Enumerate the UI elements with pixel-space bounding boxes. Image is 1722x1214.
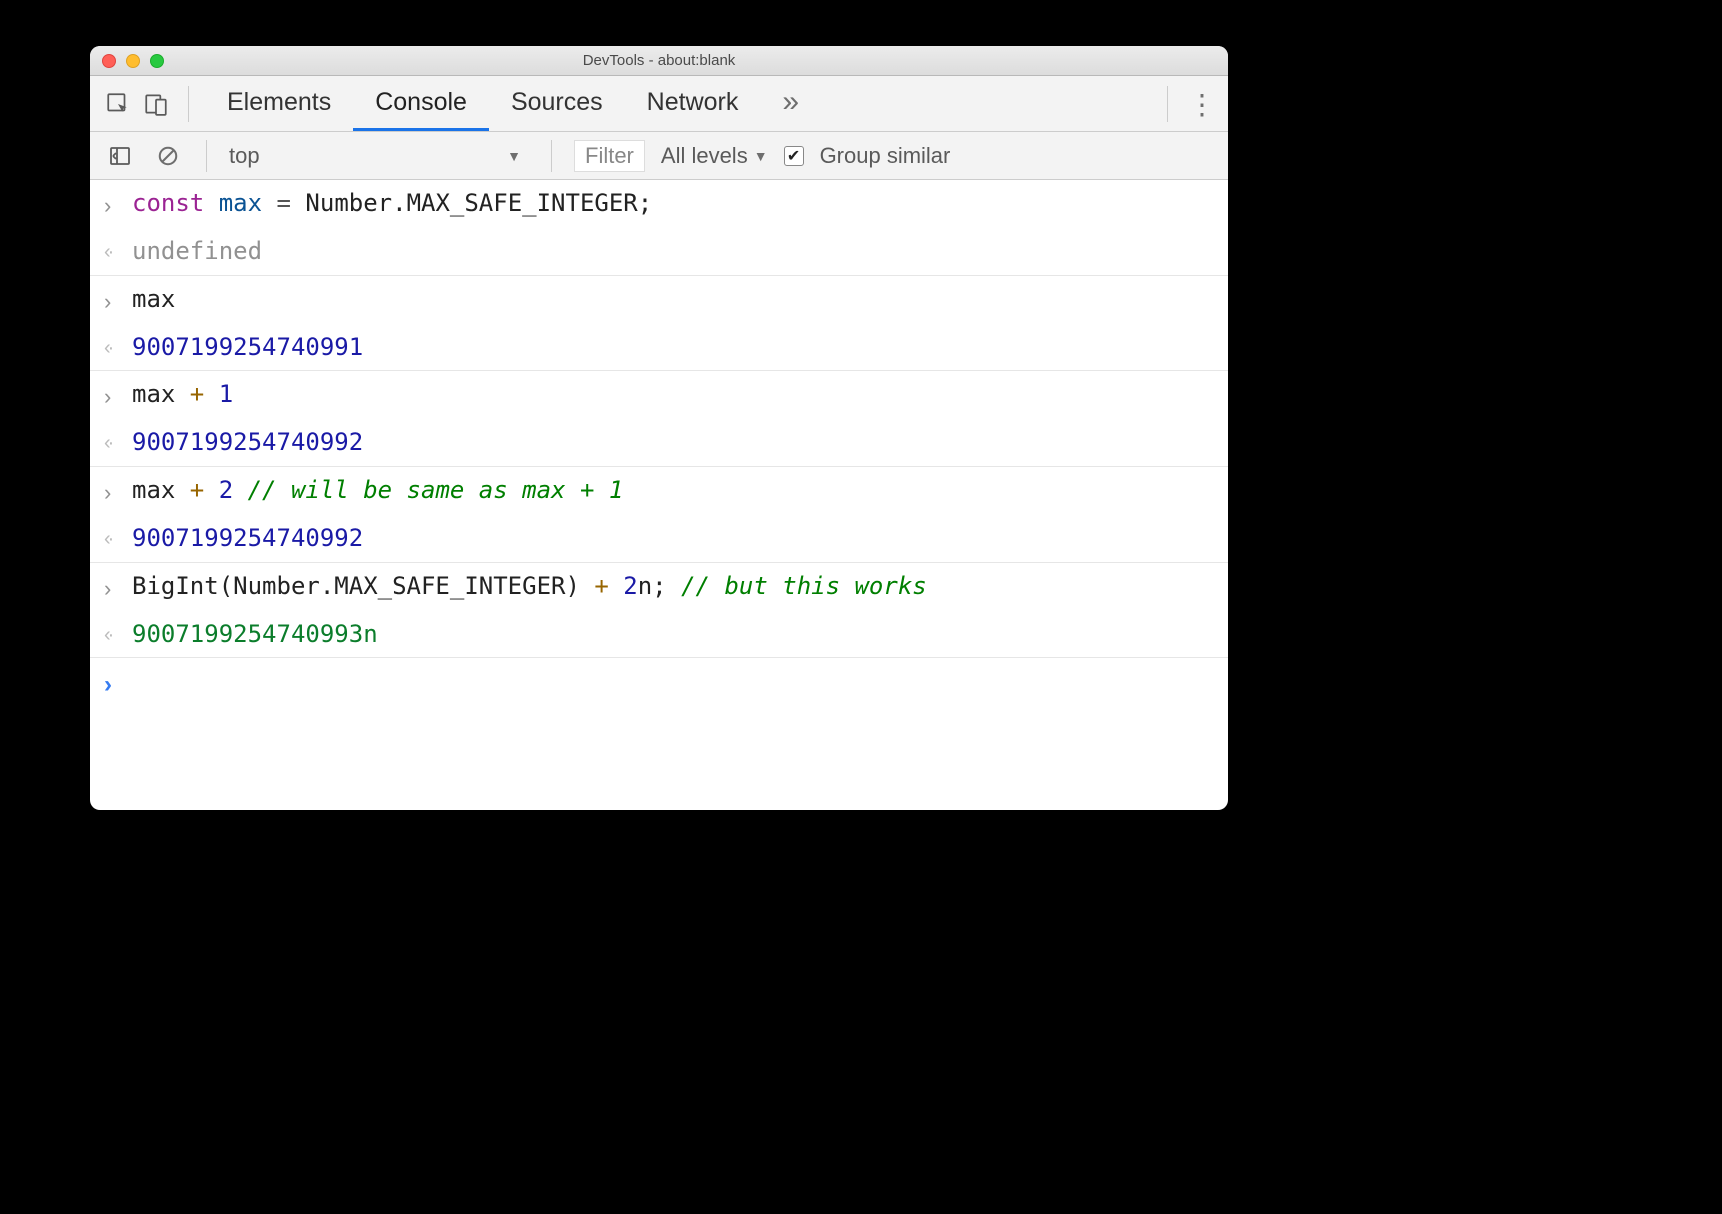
filter-input[interactable]: Filter [574,140,645,172]
console-input-line: const max = Number.MAX_SAFE_INTEGER; [90,180,1228,228]
console-toolbar: top ▼ Filter All levels ▼ ✔ Group simila… [90,132,1228,180]
console-entry: max9007199254740991 [90,276,1228,372]
close-icon[interactable] [102,54,116,68]
output-prompt-icon [104,234,132,267]
input-prompt-icon [104,377,132,413]
console-input-line: BigInt(Number.MAX_SAFE_INTEGER) + 2n; //… [90,563,1228,611]
console-entry: BigInt(Number.MAX_SAFE_INTEGER) + 2n; //… [90,563,1228,659]
output-prompt-icon [104,521,132,554]
log-level-select[interactable]: All levels ▼ [661,143,768,169]
console-output-line: undefined [90,228,1228,275]
output-prompt-icon [104,425,132,458]
console-output-line: 9007199254740993n [90,611,1228,658]
console-input-line: max + 1 [90,371,1228,419]
output-prompt-icon [104,330,132,363]
tab-network[interactable]: Network [625,76,761,131]
inspect-element-icon[interactable] [102,88,134,120]
window-controls [90,54,164,68]
group-similar-checkbox[interactable]: ✔ [784,146,804,166]
input-prompt-icon [104,473,132,509]
panel-tabs: Elements Console Sources Network » [205,76,821,131]
devtools-window: DevTools - about:blank Elements Console … [90,46,1228,810]
input-prompt-icon [104,282,132,318]
show-console-sidebar-icon[interactable] [104,140,136,172]
output-prompt-icon [104,617,132,650]
levels-label: All levels [661,143,748,169]
input-prompt-icon [104,569,132,605]
main-toolbar: Elements Console Sources Network » [90,76,1228,132]
chevron-down-icon: ▼ [754,148,768,164]
console-entry: max + 19007199254740992 [90,371,1228,467]
toolbar-divider [188,86,189,122]
console-output-line: 9007199254740992 [90,419,1228,466]
console-input-line: max + 2 // will be same as max + 1 [90,467,1228,515]
tab-console[interactable]: Console [353,76,489,131]
minimize-icon[interactable] [126,54,140,68]
console-entry: const max = Number.MAX_SAFE_INTEGER;unde… [90,180,1228,276]
window-title: DevTools - about:blank [583,52,736,69]
toolbar-divider [1167,86,1168,122]
clear-console-icon[interactable] [152,140,184,172]
console-input-line: max [90,276,1228,324]
maximize-icon[interactable] [150,54,164,68]
console-output-line: 9007199254740991 [90,324,1228,371]
chevron-down-icon: ▼ [507,148,521,164]
console-output[interactable]: const max = Number.MAX_SAFE_INTEGER;unde… [90,180,1228,810]
tab-overflow[interactable]: » [760,76,821,131]
context-label: top [229,143,260,169]
titlebar: DevTools - about:blank [90,46,1228,76]
console-output-line: 9007199254740992 [90,515,1228,562]
device-toolbar-icon[interactable] [140,88,172,120]
console-entry: max + 2 // will be same as max + 1900719… [90,467,1228,563]
prompt-icon [104,664,132,703]
execution-context-select[interactable]: top ▼ [229,143,529,169]
tab-sources[interactable]: Sources [489,76,625,131]
input-prompt-icon [104,186,132,222]
group-similar-label: Group similar [820,143,951,169]
console-prompt[interactable] [90,658,1228,709]
settings-menu-icon[interactable] [1184,88,1216,120]
tab-elements[interactable]: Elements [205,76,353,131]
